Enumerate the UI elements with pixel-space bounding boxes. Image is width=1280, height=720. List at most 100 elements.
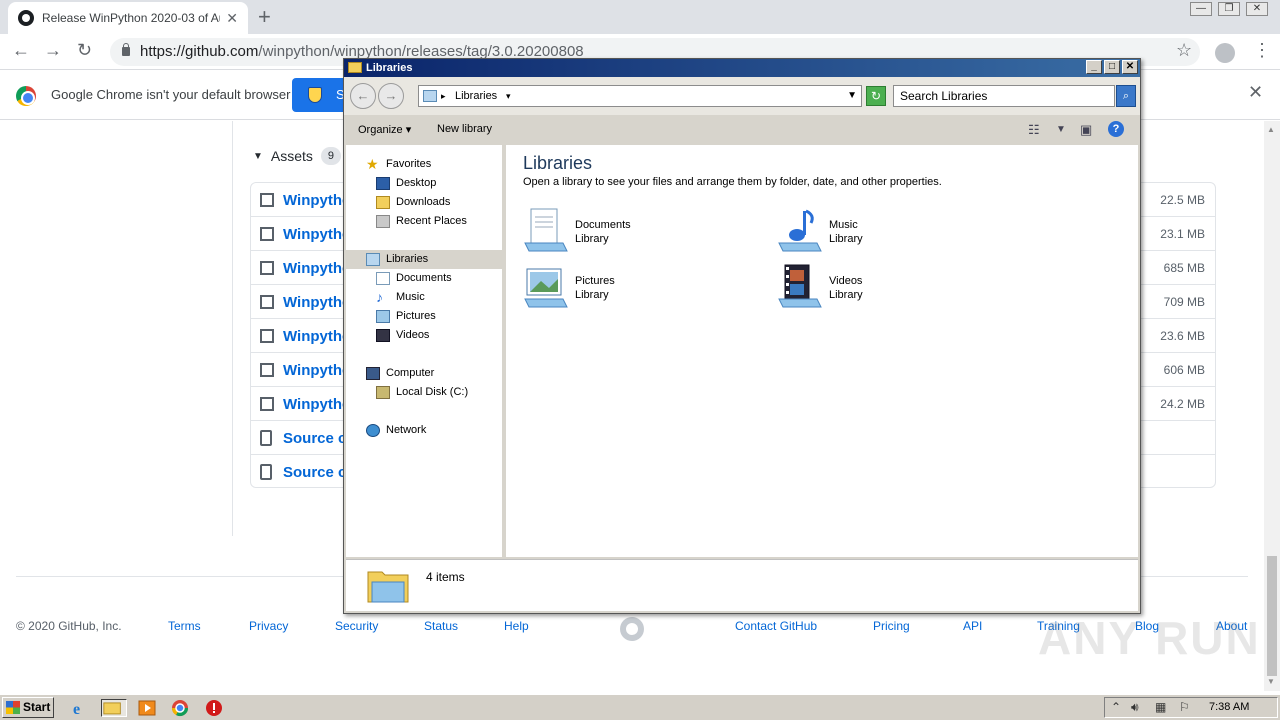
explorer-back-icon[interactable]: ← (350, 83, 376, 109)
library-pictures[interactable]: Pictures Library (523, 263, 723, 311)
footer-copyright: © 2020 GitHub, Inc. (16, 619, 122, 633)
nav-computer[interactable]: Computer (346, 364, 502, 383)
package-icon (260, 329, 274, 343)
asset-link[interactable]: Winpytho (283, 260, 351, 277)
explorer-details-pane: 4 items (346, 559, 1138, 611)
network-tray-icon[interactable]: ▦ (1155, 700, 1166, 714)
explorer-forward-icon[interactable]: → (378, 83, 404, 109)
asset-size: 685 MB (1163, 261, 1205, 275)
page-scrollbar[interactable]: ▲ ▼ (1264, 121, 1280, 691)
stop-recording-icon[interactable] (204, 699, 224, 717)
library-documents[interactable]: Documents Library (523, 207, 723, 255)
pictures-icon (376, 310, 390, 323)
reload-icon[interactable]: ↻ (77, 40, 92, 61)
profile-avatar-icon[interactable] (1215, 43, 1235, 63)
browser-window-controls: — ❐ ✕ (1190, 2, 1268, 16)
nav-documents[interactable]: Documents (346, 269, 502, 288)
library-kind: Library (829, 289, 863, 301)
chrome-menu-icon[interactable]: ⋮ (1253, 40, 1271, 61)
nav-libraries[interactable]: Libraries (346, 250, 502, 269)
view-dropdown-icon[interactable]: ▼ (1056, 124, 1066, 135)
footer-link-api[interactable]: API (963, 619, 982, 633)
asset-link[interactable]: Winpytho (283, 362, 351, 379)
nav-desktop[interactable]: Desktop (346, 174, 502, 193)
preview-pane-icon[interactable]: ▣ (1080, 122, 1092, 138)
search-icon[interactable]: ⌕ (1116, 85, 1136, 107)
address-dropdown-icon[interactable]: ▼ (847, 86, 857, 106)
infobar-message: Google Chrome isn't your default browser (51, 87, 291, 102)
footer-link-pricing[interactable]: Pricing (873, 619, 910, 633)
footer-link-privacy[interactable]: Privacy (249, 619, 288, 633)
explorer-close-button[interactable]: ✕ (1122, 60, 1138, 74)
forward-arrow-icon[interactable]: → (44, 40, 62, 61)
nav-label: Downloads (396, 196, 451, 208)
scroll-up-icon[interactable]: ▲ (1267, 125, 1275, 134)
libraries-icon (423, 90, 437, 102)
nav-local-disk[interactable]: Local Disk (C:) (346, 383, 502, 402)
start-button[interactable]: Start (2, 697, 54, 718)
footer-link-help[interactable]: Help (504, 619, 529, 633)
star-icon: ★ (366, 156, 379, 172)
internet-explorer-icon[interactable]: e (70, 699, 90, 717)
minimize-button[interactable]: — (1190, 2, 1212, 16)
media-player-icon[interactable] (137, 699, 157, 717)
view-options-icon[interactable]: ☷ (1028, 122, 1040, 138)
chrome-logo-icon (16, 86, 36, 106)
nav-favorites[interactable]: ★ Favorites (346, 155, 502, 174)
scroll-thumb[interactable] (1267, 556, 1277, 676)
nav-pictures[interactable]: Pictures (346, 307, 502, 326)
asset-link[interactable]: Winpytho (283, 328, 351, 345)
windows-taskbar: Start e ⌃ 🔊︎ ▦ ⚐ 7:38 AM (0, 694, 1280, 720)
library-music[interactable]: Music Library (777, 207, 977, 255)
action-center-flag-icon[interactable]: ⚐ (1179, 700, 1190, 714)
refresh-icon[interactable]: ↻ (866, 86, 886, 106)
breadcrumb-libraries[interactable]: Libraries (455, 90, 497, 102)
footer-link-status[interactable]: Status (424, 619, 458, 633)
explorer-titlebar[interactable]: Libraries _ □ ✕ (344, 59, 1140, 77)
music-library-icon (778, 209, 822, 252)
nav-music[interactable]: ♪ Music (346, 288, 502, 307)
tray-expand-icon[interactable]: ⌃ (1111, 700, 1121, 714)
github-mark-icon[interactable] (620, 617, 644, 641)
bookmark-star-icon[interactable]: ☆ (1176, 40, 1192, 61)
browser-tab[interactable]: Release WinPython 2020-03 of Augu ✕ (8, 2, 248, 34)
tab-title: Release WinPython 2020-03 of Augu (42, 11, 220, 25)
explorer-minimize-button[interactable]: _ (1086, 60, 1102, 74)
chrome-taskbar-icon[interactable] (170, 699, 190, 717)
asset-link[interactable]: Winpytho (283, 192, 351, 209)
explorer-maximize-button[interactable]: □ (1104, 60, 1120, 74)
breadcrumb-arrow-icon[interactable]: ▸ (441, 86, 446, 106)
asset-link[interactable]: Winpytho (283, 226, 351, 243)
footer-link-terms[interactable]: Terms (168, 619, 201, 633)
nav-label: Network (386, 424, 427, 436)
breadcrumb-caret-icon[interactable]: ▾ (506, 86, 511, 106)
volume-icon[interactable]: 🔊︎ (1131, 700, 1139, 715)
explorer-search-input[interactable]: Search Libraries (893, 85, 1115, 107)
zip-file-icon (260, 464, 272, 480)
nav-videos[interactable]: Videos (346, 326, 502, 345)
organize-menu[interactable]: Organize ▾ (358, 123, 411, 136)
help-icon[interactable]: ? (1108, 121, 1124, 137)
asset-link[interactable]: Winpytho (283, 294, 351, 311)
new-library-button[interactable]: New library (437, 123, 492, 135)
close-button[interactable]: ✕ (1246, 2, 1268, 16)
infobar-close-icon[interactable]: ✕ (1248, 82, 1263, 103)
footer-link-contact[interactable]: Contact GitHub (735, 619, 817, 633)
nav-network[interactable]: Network (346, 421, 502, 440)
explorer-taskbar-icon[interactable] (101, 699, 127, 717)
explorer-address-bar[interactable]: ▸ Libraries ▾ ▼ (418, 85, 862, 107)
nav-downloads[interactable]: Downloads (346, 193, 502, 212)
footer-link-security[interactable]: Security (335, 619, 378, 633)
tab-close-icon[interactable]: ✕ (226, 10, 238, 27)
scroll-down-icon[interactable]: ▼ (1267, 677, 1275, 686)
music-note-icon: ♪ (376, 289, 383, 305)
restore-button[interactable]: ❐ (1218, 2, 1240, 16)
back-arrow-icon[interactable]: ← (12, 40, 30, 61)
network-globe-icon (366, 424, 380, 437)
assets-toggle[interactable]: ▼ Assets 9 (253, 147, 341, 165)
downloads-folder-icon (376, 196, 390, 209)
nav-recent-places[interactable]: Recent Places (346, 212, 502, 231)
library-videos[interactable]: Videos Library (777, 263, 977, 311)
new-tab-button[interactable]: + (258, 4, 271, 30)
asset-link[interactable]: Winpytho (283, 396, 351, 413)
